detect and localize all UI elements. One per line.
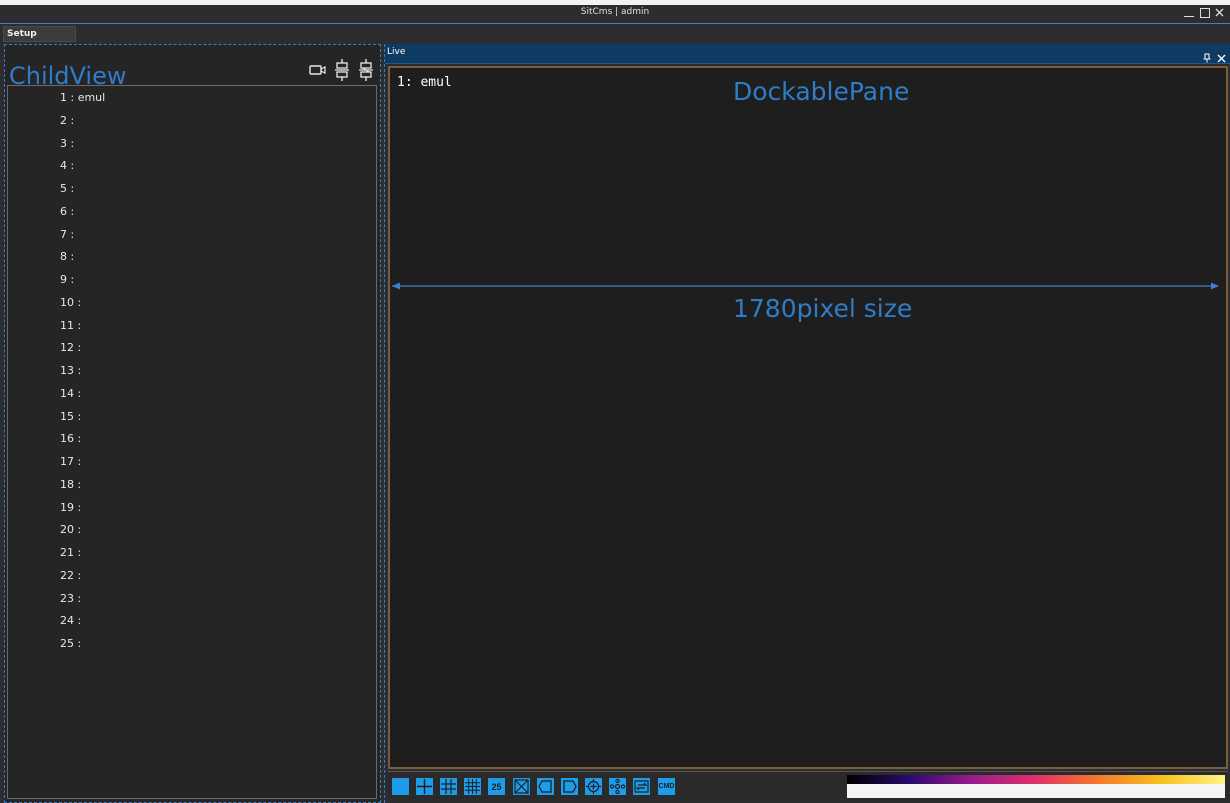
- minimize-icon[interactable]: [1184, 6, 1194, 18]
- camera-list-item[interactable]: 4 :: [60, 159, 74, 177]
- palette-gradient: [847, 775, 1225, 784]
- camera-list-item[interactable]: 22 :: [60, 569, 81, 587]
- zoom-in-icon[interactable]: [585, 778, 602, 795]
- camera-list-item[interactable]: 24 :: [60, 614, 81, 632]
- disconnect-plug-icon[interactable]: [357, 59, 375, 81]
- layout-1x1-icon[interactable]: [392, 778, 409, 795]
- camera-list-item[interactable]: 5 :: [60, 182, 74, 200]
- camera-list-item[interactable]: 18 :: [60, 478, 81, 496]
- camera-list-item[interactable]: 14 :: [60, 387, 81, 405]
- camera-list-item[interactable]: 20 :: [60, 523, 81, 541]
- connect-plug-icon[interactable]: [333, 59, 351, 81]
- camera-list-item[interactable]: 25 :: [60, 637, 81, 655]
- live-pane-title: Live: [387, 47, 406, 57]
- live-pane: Live 1: emul DockablePane 1780pixel size…: [384, 44, 1230, 803]
- camera-list-item[interactable]: 3 :: [60, 137, 74, 155]
- video-view[interactable]: 1: emul DockablePane 1780pixel size: [388, 66, 1228, 769]
- close-all-icon[interactable]: [513, 778, 530, 795]
- camera-list-item[interactable]: 21 :: [60, 546, 81, 564]
- color-palette-bar[interactable]: [847, 775, 1225, 798]
- camera-list-item[interactable]: 6 :: [60, 205, 74, 223]
- window-title: SitCms | admin: [580, 7, 650, 17]
- tab-setup[interactable]: Setup: [3, 26, 76, 42]
- layout-2x2-icon[interactable]: [416, 778, 433, 795]
- menu-bar: Setup: [0, 24, 1230, 44]
- layout-3x3-icon[interactable]: [440, 778, 457, 795]
- camera-list-item[interactable]: 2 :: [60, 114, 74, 132]
- layout-25-icon[interactable]: 25: [488, 778, 505, 795]
- camera-list-item[interactable]: 7 :: [60, 228, 74, 246]
- close-icon[interactable]: [1217, 48, 1227, 63]
- size-annotation: 1780pixel size: [733, 294, 913, 323]
- camera-list-item[interactable]: 23 :: [60, 592, 81, 610]
- live-pane-header: Live: [385, 44, 1230, 64]
- dockable-pane-annotation: DockablePane: [733, 77, 910, 106]
- cmd-icon[interactable]: CMD: [658, 778, 675, 795]
- child-view-panel: ChildView 1 : emul 2 :3 :4 :5 : 6: 7: …: [4, 44, 381, 803]
- camera-list-item[interactable]: 12 :: [60, 341, 81, 359]
- camera-list-item[interactable]: 16 :: [60, 432, 81, 450]
- layout-toolbar: 25 CMD: [388, 771, 1228, 799]
- camera-icon[interactable]: [309, 59, 327, 81]
- pin-icon[interactable]: [1203, 48, 1213, 63]
- width-arrow: [392, 282, 1219, 290]
- child-view-toolbar: [309, 59, 375, 81]
- camera-list-item[interactable]: 15 :: [60, 410, 81, 428]
- camera-list-item[interactable]: 19 :: [60, 501, 81, 519]
- ptz-direction-icon[interactable]: [609, 778, 626, 795]
- camera-list-item[interactable]: 1 : emul: [60, 91, 105, 109]
- camera-list-item[interactable]: 17 :: [60, 455, 81, 473]
- camera-label: 1: emul: [397, 75, 452, 90]
- layout-4x4-icon[interactable]: [464, 778, 481, 795]
- window-titlebar: SitCms | admin: [0, 0, 1230, 24]
- close-icon[interactable]: [1214, 6, 1224, 18]
- swap-icon[interactable]: [633, 778, 650, 795]
- layout-25-label: 25: [491, 781, 502, 792]
- camera-list-item[interactable]: 11 :: [60, 319, 81, 337]
- maximize-icon[interactable]: [1199, 6, 1210, 18]
- cmd-label: CMD: [658, 783, 675, 790]
- camera-list-item[interactable]: 13 :: [60, 364, 81, 382]
- camera-list: 1 : emul 2 : 3 : 4 : 5 : 6 : 7 : 8 : 9 : 10 : 11 :…: [7, 85, 377, 799]
- window-controls: [1184, 6, 1224, 18]
- previous-page-icon[interactable]: [537, 778, 554, 795]
- camera-list-item[interactable]: 9 :: [60, 273, 74, 291]
- camera-list-item[interactable]: 8 :: [60, 250, 74, 268]
- next-page-icon[interactable]: [561, 778, 578, 795]
- camera-list-item[interactable]: 10 :: [60, 296, 81, 314]
